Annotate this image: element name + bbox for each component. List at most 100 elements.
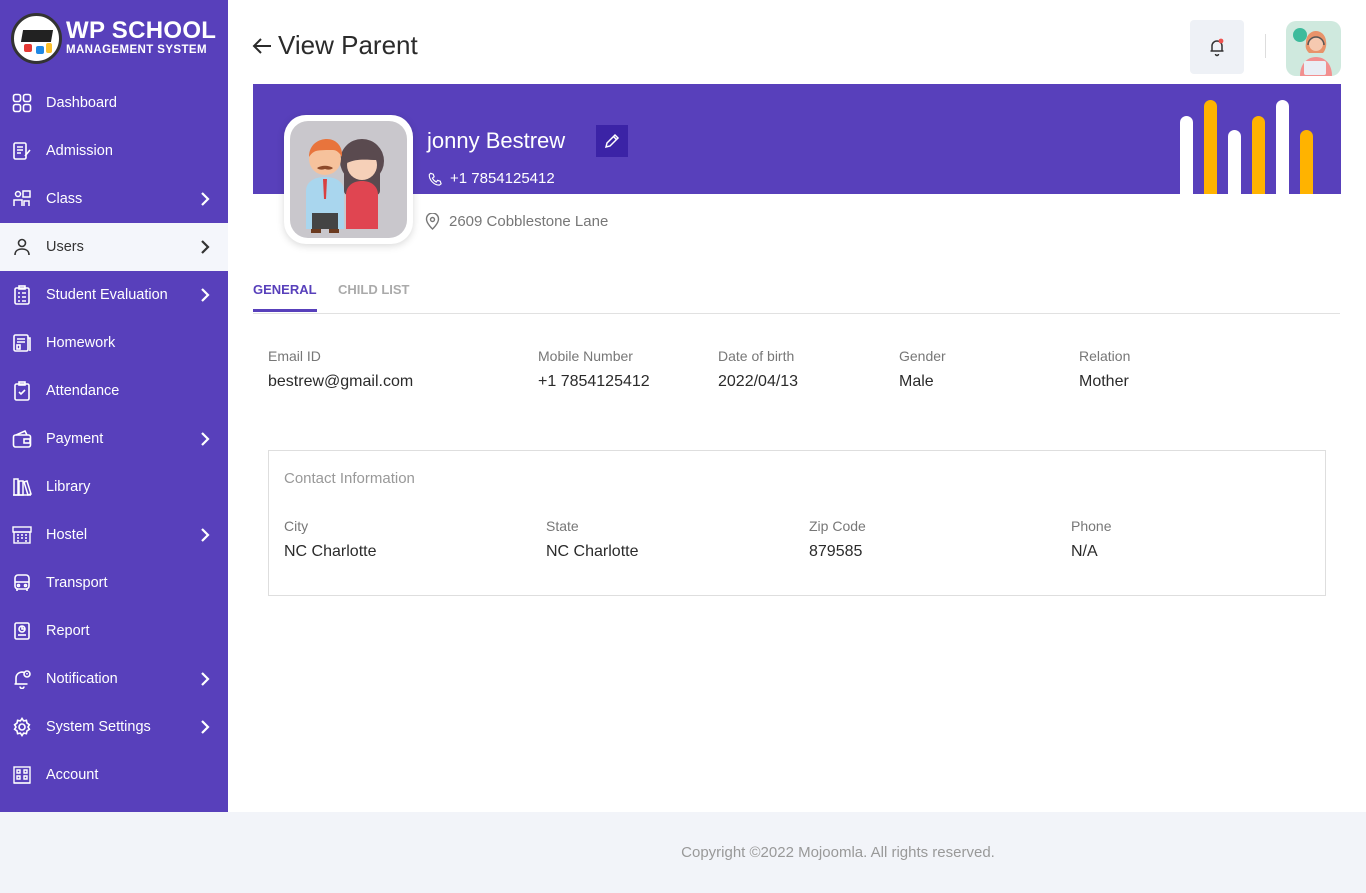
homework-icon [11,332,33,354]
sidebar-item-payment[interactable]: Payment [0,415,228,463]
wallet-icon [11,428,33,450]
zip-label: Zip Code [809,518,866,534]
dashboard-icon [11,92,33,114]
state-value: NC Charlotte [546,543,639,560]
parent-address-text: 2609 Cobblestone Lane [449,213,609,230]
gender-field: Gender Male [899,348,946,391]
phone-icon [428,172,442,186]
location-pin-icon [425,213,440,230]
tab-child-list[interactable]: CHILD LIST [338,282,410,297]
decorative-bars [1180,100,1320,194]
user-icon [11,236,33,258]
relation-field: Relation Mother [1079,348,1130,391]
sidebar-item-label: Report [46,623,90,639]
parents-avatar-icon [306,139,384,233]
mobile-label: Mobile Number [538,348,633,364]
bell-icon [1210,38,1224,57]
page-footer: Copyright ©2022 Mojoomla. All rights res… [0,812,1366,893]
evaluation-icon [11,284,33,306]
city-label: City [284,518,309,534]
tab-general[interactable]: GENERAL [253,282,317,312]
notification-button[interactable] [1190,20,1244,74]
chevron-right-icon [201,528,210,542]
chevron-right-icon [201,432,210,446]
sidebar: WP SCHOOL MANAGEMENT SYSTEM Dashboard Ad… [0,0,228,812]
parent-name: jonny Bestrew [427,128,566,153]
chevron-right-icon [201,192,210,206]
relation-value: Mother [1079,373,1129,390]
attendance-icon [11,380,33,402]
sidebar-item-label: Account [46,767,99,783]
sidebar-item-notification[interactable]: Notification [0,655,228,703]
parent-phone-text: +1 7854125412 [450,170,555,187]
support-agent-icon [1293,28,1332,76]
email-field: Email ID bestrew@gmail.com [268,348,413,391]
sidebar-item-admission[interactable]: Admission [0,127,228,175]
relation-label: Relation [1079,348,1131,364]
contact-information-card: Contact Information City NC Charlotte St… [268,450,1326,596]
sidebar-item-dashboard[interactable]: Dashboard [0,79,228,127]
sidebar-item-system-settings[interactable]: System Settings [0,703,228,751]
brand-subtitle: MANAGEMENT SYSTEM [66,44,207,57]
sidebar-item-library[interactable]: Library [0,463,228,511]
graduation-cap-icon [11,12,62,64]
sidebar-item-label: Hostel [46,527,88,543]
sidebar-item-label: Homework [46,335,116,351]
sidebar-item-homework[interactable]: Homework [0,319,228,367]
sidebar-item-class[interactable]: Class [0,175,228,223]
hostel-icon [11,524,33,546]
chevron-right-icon [201,672,210,686]
sidebar-item-label: Admission [46,143,113,159]
email-value: bestrew@gmail.com [268,373,414,390]
sidebar-item-attendance[interactable]: Attendance [0,367,228,415]
page-title: View Parent [278,30,418,60]
notification-icon [11,668,33,690]
phone-field: Phone N/A [1071,518,1111,561]
gender-label: Gender [899,348,946,364]
arrow-left-icon [252,37,271,54]
report-icon [11,620,33,642]
zip-value: 879585 [809,543,863,560]
sidebar-item-label: Class [46,191,83,207]
sidebar-item-account[interactable]: Account [0,751,228,799]
zip-field: Zip Code 879585 [809,518,866,561]
chevron-right-icon [201,288,210,302]
sidebar-item-label: Notification [46,671,118,687]
state-label: State [546,518,579,534]
chevron-right-icon [201,240,210,254]
sidebar-item-student-evaluation[interactable]: Student Evaluation [0,271,228,319]
profile-tabs: GENERAL CHILD LIST [253,270,1340,314]
brand-logo[interactable]: WP SCHOOL MANAGEMENT SYSTEM [0,0,228,76]
parent-phone: +1 7854125412 [428,170,555,187]
back-link[interactable]: View Parent [252,30,418,61]
sidebar-item-label: System Settings [46,719,151,735]
contact-title: Contact Information [284,470,415,487]
sidebar-item-label: Payment [46,431,104,447]
dob-value: 2022/04/13 [718,373,799,390]
user-avatar[interactable] [1286,21,1341,76]
top-header: View Parent [228,0,1366,84]
profile-banner [253,84,1341,194]
mobile-value: +1 7854125412 [538,373,650,390]
header-divider [1265,34,1266,58]
sidebar-item-label: Transport [46,575,108,591]
admission-icon [11,140,33,162]
parent-address: 2609 Cobblestone Lane [425,213,608,230]
sidebar-item-label: Library [46,479,91,495]
sidebar-item-hostel[interactable]: Hostel [0,511,228,559]
dob-label: Date of birth [718,348,795,364]
sidebar-nav: Dashboard Admission Class Users Student … [0,79,228,799]
sidebar-item-label: Attendance [46,383,120,399]
account-icon [11,764,33,786]
sidebar-item-label: Users [46,239,84,255]
profile-photo [284,115,413,244]
library-icon [11,476,33,498]
mobile-field: Mobile Number +1 7854125412 [538,348,650,391]
sidebar-item-transport[interactable]: Transport [0,559,228,607]
phone-label: Phone [1071,518,1112,534]
sidebar-item-users[interactable]: Users [0,223,228,271]
gender-value: Male [899,373,934,390]
edit-button[interactable] [596,125,628,157]
brand-title: WP SCHOOL [66,17,217,45]
sidebar-item-report[interactable]: Report [0,607,228,655]
